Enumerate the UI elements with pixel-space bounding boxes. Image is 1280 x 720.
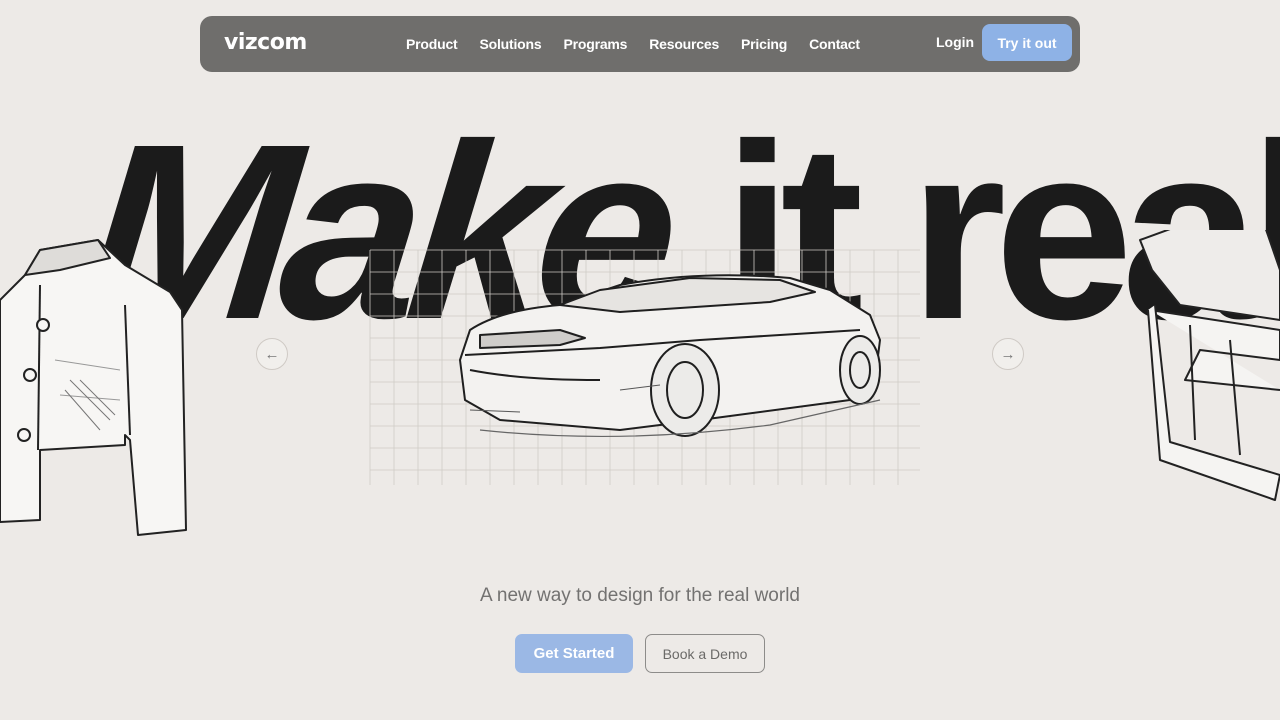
- car-sketch: [459, 274, 881, 438]
- nav-link-programs[interactable]: Programs: [563, 36, 627, 52]
- carousel-next-button[interactable]: →: [992, 338, 1024, 370]
- arrow-right-icon: →: [1000, 345, 1016, 363]
- nav-link-pricing[interactable]: Pricing: [741, 36, 787, 52]
- arrow-left-icon: ←: [264, 345, 280, 363]
- get-started-button[interactable]: Get Started: [515, 634, 633, 673]
- carousel-prev-button[interactable]: ←: [256, 338, 288, 370]
- login-link[interactable]: Login: [936, 34, 974, 50]
- vizcom-logo[interactable]: vizcom: [224, 30, 307, 55]
- jacket-sketch: [0, 239, 187, 536]
- sketch-showcase: [0, 230, 1280, 536]
- hero-tagline: A new way to design for the real world: [479, 585, 800, 606]
- top-navbar: vizcom Product Solutions Programs Resour…: [200, 16, 1080, 72]
- book-demo-button[interactable]: Book a Demo: [645, 634, 765, 673]
- nav-link-contact[interactable]: Contact: [809, 36, 860, 52]
- nav-link-solutions[interactable]: Solutions: [480, 36, 542, 52]
- nav-link-resources[interactable]: Resources: [649, 36, 719, 52]
- nav-links: Product Solutions Programs Resources Pri…: [406, 16, 882, 72]
- try-it-out-button[interactable]: Try it out: [982, 24, 1072, 61]
- chair-sketch: [1139, 230, 1280, 501]
- nav-link-product[interactable]: Product: [406, 36, 458, 52]
